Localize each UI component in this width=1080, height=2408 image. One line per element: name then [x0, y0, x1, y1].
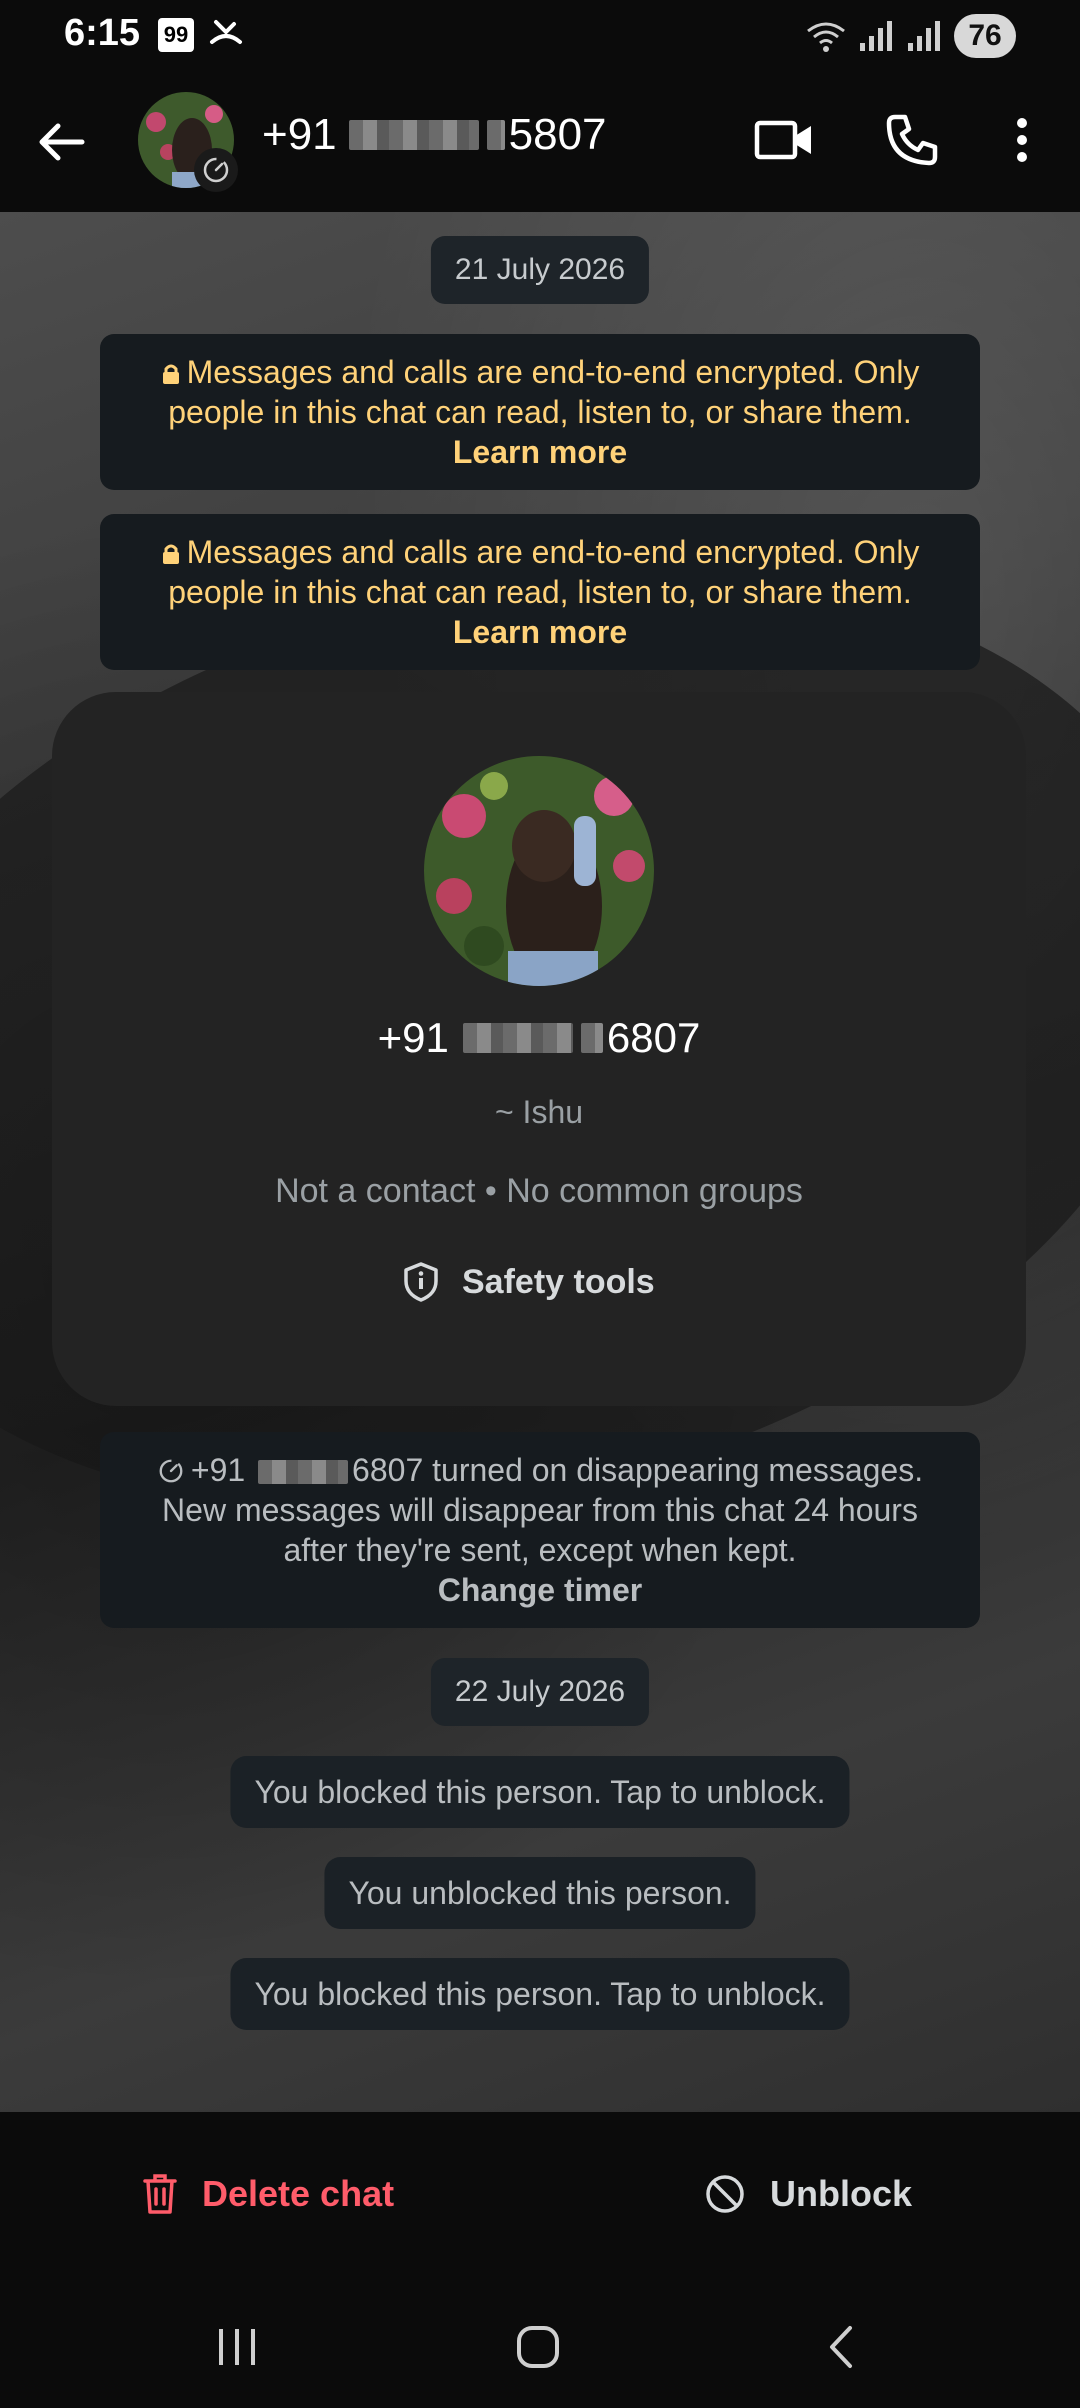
redacted-digits	[580, 1023, 603, 1053]
lock-icon	[162, 544, 179, 564]
block-event-message[interactable]: You blocked this person. Tap to unblock.	[230, 1756, 850, 1828]
chat-header: +91 5807	[0, 72, 1080, 212]
status-indicators: 76	[806, 14, 1016, 58]
status-bar: 6:15 99 76	[0, 0, 1080, 72]
back-button[interactable]	[30, 110, 94, 174]
contact-meta: Not a contact • No common groups	[275, 1172, 803, 1210]
status-time: 6:15	[64, 12, 141, 54]
contact-push-name: ~ Ishu	[494, 1094, 584, 1130]
recent-apps-icon	[219, 2329, 255, 2365]
encryption-text: Messages and calls are end-to-end encryp…	[168, 534, 920, 610]
phone-suffix: 6807	[606, 1014, 701, 1061]
redacted-digits	[486, 120, 505, 150]
unblock-event-message: You unblocked this person.	[324, 1857, 756, 1929]
trash-icon	[143, 2174, 177, 2214]
recent-apps-button[interactable]	[202, 2312, 272, 2382]
safety-tools-button[interactable]: Safety tools	[402, 1252, 655, 1312]
blocked-actions-bar: Delete chat Unblock	[0, 2112, 1080, 2282]
block-icon	[706, 2175, 744, 2213]
notification-badge: 99	[158, 18, 194, 52]
redacted-digits	[462, 1023, 573, 1053]
shield-icon	[404, 1262, 438, 1302]
safety-tools-label: Safety tools	[462, 1262, 655, 1301]
system-navigation-bar	[0, 2282, 1080, 2408]
disappearing-messages-notice[interactable]: +91 6807 turned on disappearing messages…	[100, 1432, 980, 1628]
encryption-notice[interactable]: Messages and calls are end-to-end encryp…	[100, 334, 980, 490]
voice-call-button[interactable]	[880, 108, 944, 172]
phone-prefix: +91	[190, 1452, 246, 1488]
phone-prefix: +91	[377, 1014, 449, 1061]
signal-icon	[860, 21, 892, 51]
chat-messages-area[interactable]: 21 July 2026 Messages and calls are end-…	[0, 212, 1080, 2112]
timer-icon	[159, 1459, 183, 1483]
date-divider: 22 July 2026	[430, 1658, 650, 1726]
video-camera-icon	[754, 120, 811, 160]
phone-suffix: 6807	[352, 1452, 424, 1488]
phone-prefix: +91	[262, 110, 337, 159]
learn-more-link[interactable]: Learn more	[126, 432, 954, 472]
disappearing-timer-icon	[194, 148, 238, 192]
date-divider: 21 July 2026	[430, 236, 650, 304]
back-nav-button[interactable]	[806, 2312, 876, 2382]
phone-icon	[886, 114, 938, 166]
phone-suffix: 5807	[508, 110, 607, 159]
unblock-button[interactable]: Unblock	[704, 2164, 912, 2224]
delete-chat-button[interactable]: Delete chat	[142, 2164, 394, 2224]
contact-info-card: +91 6807 ~ Ishu Not a contact • No commo…	[52, 692, 1026, 1406]
signal-icon-2	[908, 21, 940, 51]
redacted-digits	[258, 1460, 349, 1484]
chevron-left-icon	[830, 2326, 852, 2368]
contact-avatar[interactable]	[424, 756, 654, 986]
learn-more-link[interactable]: Learn more	[126, 612, 954, 652]
wifi-icon	[807, 22, 845, 52]
encryption-notice[interactable]: Messages and calls are end-to-end encryp…	[100, 514, 980, 670]
delete-chat-label: Delete chat	[202, 2173, 395, 2214]
video-call-button[interactable]	[752, 108, 816, 172]
block-event-message[interactable]: You blocked this person. Tap to unblock.	[230, 1958, 850, 2030]
avatar-image	[424, 756, 654, 986]
more-options-button[interactable]	[990, 108, 1054, 172]
change-timer-link[interactable]: Change timer	[126, 1570, 954, 1610]
redacted-digits	[348, 120, 479, 150]
arrow-left-icon	[39, 123, 85, 161]
missed-call-icon	[210, 20, 242, 44]
encryption-text: Messages and calls are end-to-end encryp…	[168, 354, 920, 430]
home-icon	[517, 2326, 559, 2368]
unblock-label: Unblock	[770, 2173, 913, 2214]
more-vertical-icon	[1017, 118, 1027, 162]
battery-indicator: 76	[954, 14, 1016, 58]
home-button[interactable]	[503, 2312, 573, 2382]
card-phone-number: +91 6807	[52, 1014, 1026, 1062]
contact-phone-number[interactable]: +91 5807	[262, 110, 607, 160]
lock-icon	[162, 364, 179, 384]
